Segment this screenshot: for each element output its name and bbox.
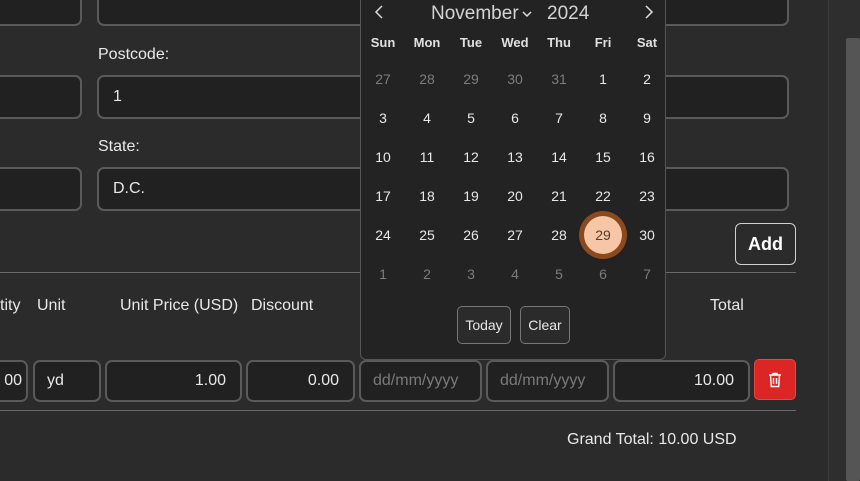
chevron-left-icon — [374, 5, 383, 19]
datepicker-popup: November 2024 Sun Mon Tue Wed Thu Fri Sat 27 28… — [360, 0, 666, 360]
header-total: Total — [710, 297, 744, 314]
calendar-day[interactable]: 30 — [625, 215, 669, 254]
weekday-header: Mon — [413, 35, 441, 50]
header-quantity: tity — [0, 297, 21, 314]
divider-bottom — [0, 410, 796, 411]
calendar-day[interactable]: 7 — [537, 98, 581, 137]
month-select[interactable]: November — [431, 3, 532, 25]
quantity-input[interactable]: 00 — [0, 360, 28, 402]
calendar-day[interactable]: 31 — [537, 59, 581, 98]
grand-total: Grand Total: 10.00 USD — [567, 431, 737, 448]
calendar-day[interactable]: 27 — [493, 215, 537, 254]
header-discount: Discount — [251, 297, 314, 314]
calendar-day[interactable]: 17 — [361, 176, 405, 215]
start-date-input[interactable]: dd/mm/yyyy — [359, 360, 482, 402]
weekday-header: Sun — [370, 35, 396, 50]
state-label: State: — [98, 138, 140, 155]
calendar-day[interactable]: 29 — [449, 59, 493, 98]
prev-month-button[interactable] — [367, 1, 391, 23]
chevron-down-icon — [522, 11, 532, 18]
chevron-right-icon — [645, 5, 654, 19]
calendar-day[interactable]: 3 — [449, 254, 493, 293]
calendar-day[interactable]: 28 — [537, 215, 581, 254]
calendar-day[interactable]: 5 — [537, 254, 581, 293]
calendar-day[interactable]: 11 — [405, 137, 449, 176]
calendar-day[interactable]: 24 — [361, 215, 405, 254]
end-date-input[interactable]: dd/mm/yyyy — [486, 360, 609, 402]
calendar-day[interactable]: 6 — [493, 98, 537, 137]
calendar-day[interactable]: 19 — [449, 176, 493, 215]
calendar-day[interactable]: 27 — [361, 59, 405, 98]
calendar-day[interactable]: 4 — [405, 98, 449, 137]
calendar-day[interactable]: 13 — [493, 137, 537, 176]
calendar-day[interactable]: 30 — [493, 59, 537, 98]
today-button[interactable]: Today — [457, 306, 511, 344]
calendar-day[interactable]: 7 — [625, 254, 669, 293]
calendar-day[interactable]: 18 — [405, 176, 449, 215]
calendar-day[interactable]: 21 — [537, 176, 581, 215]
weekday-header: Thu — [547, 35, 571, 50]
calendar-day[interactable]: 12 — [449, 137, 493, 176]
address-field-left-top[interactable] — [0, 0, 82, 26]
calendar-day[interactable]: 5 — [449, 98, 493, 137]
delete-row-button[interactable] — [754, 359, 796, 400]
calendar-day[interactable]: 4 — [493, 254, 537, 293]
total-input[interactable]: 10.00 — [613, 360, 750, 402]
calendar-day[interactable]: 28 — [405, 59, 449, 98]
calendar-day[interactable]: 8 — [581, 98, 625, 137]
calendar-day-selected[interactable]: 29 — [581, 215, 625, 254]
calendar-day[interactable]: 14 — [537, 137, 581, 176]
calendar-day[interactable]: 25 — [405, 215, 449, 254]
calendar-day[interactable]: 20 — [493, 176, 537, 215]
selected-day-label: 29 — [584, 215, 622, 254]
weekday-header: Fri — [594, 35, 612, 50]
page-scrollbar-thumb[interactable] — [846, 38, 860, 481]
calendar-day[interactable]: 15 — [581, 137, 625, 176]
weekday-header: Tue — [459, 35, 483, 50]
calendar-day[interactable]: 6 — [581, 254, 625, 293]
year-input[interactable]: 2024 — [547, 3, 589, 25]
unit-price-input[interactable]: 1.00 — [105, 360, 242, 402]
next-month-button[interactable] — [637, 1, 661, 23]
calendar-day[interactable]: 1 — [581, 59, 625, 98]
postcode-label: Postcode: — [98, 46, 170, 63]
calendar-day[interactable]: 3 — [361, 98, 405, 137]
add-item-button[interactable]: Add — [735, 223, 796, 265]
header-unit: Unit — [37, 297, 66, 314]
calendar-day[interactable]: 9 — [625, 98, 669, 137]
clear-button[interactable]: Clear — [520, 306, 570, 344]
calendar-day[interactable]: 1 — [361, 254, 405, 293]
calendar-day[interactable]: 2 — [625, 59, 669, 98]
trash-icon — [769, 372, 781, 387]
header-unit-price: Unit Price (USD) — [120, 297, 239, 314]
calendar-day[interactable]: 16 — [625, 137, 669, 176]
calendar-day[interactable]: 22 — [581, 176, 625, 215]
month-select-value: November — [431, 3, 519, 24]
unit-input[interactable]: yd — [33, 360, 101, 402]
address-field-left-mid[interactable] — [0, 75, 82, 119]
calendar-day[interactable]: 10 — [361, 137, 405, 176]
weekday-header: Wed — [501, 35, 529, 50]
weekday-header: Sat — [636, 35, 658, 50]
calendar-day[interactable]: 23 — [625, 176, 669, 215]
calendar-day[interactable]: 26 — [449, 215, 493, 254]
calendar-day[interactable]: 2 — [405, 254, 449, 293]
discount-input[interactable]: 0.00 — [246, 360, 355, 402]
address-field-left-bottom[interactable] — [0, 167, 82, 211]
